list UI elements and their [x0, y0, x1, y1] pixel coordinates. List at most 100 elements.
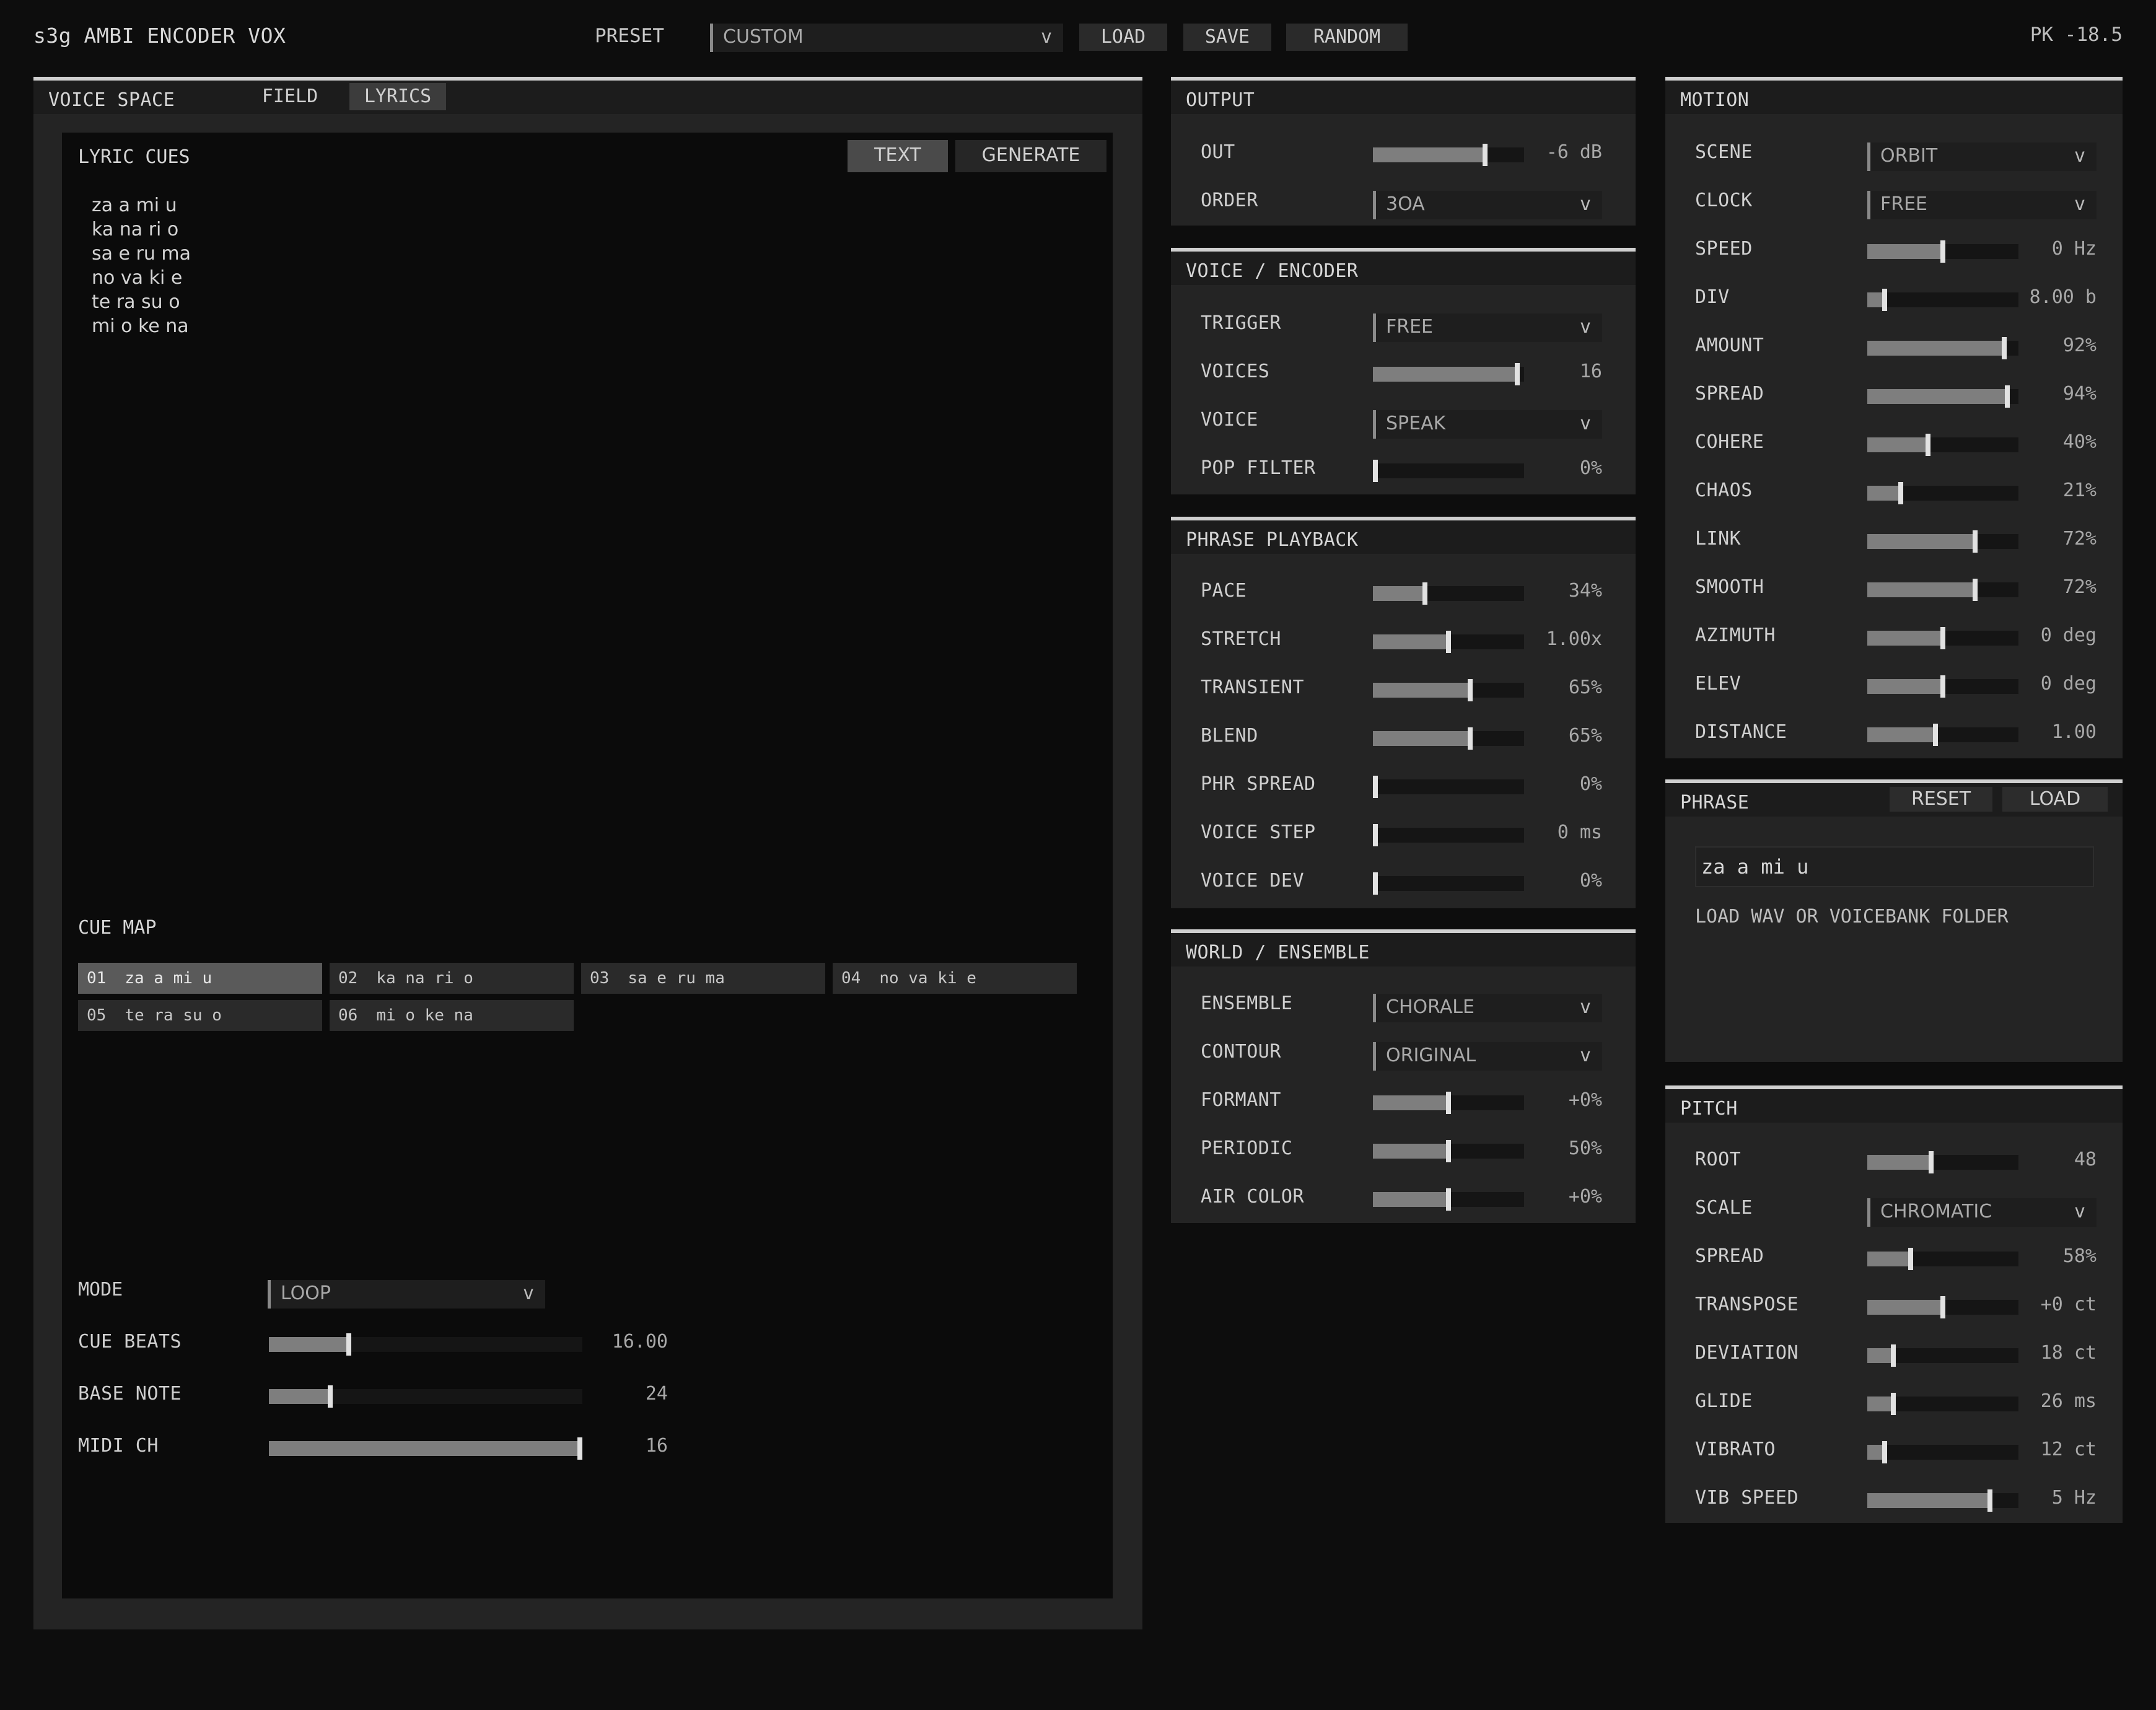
- cue-map-label: CUE MAP: [78, 917, 157, 939]
- slider-handle[interactable]: [1446, 1188, 1451, 1211]
- lyric-line[interactable]: sa e ru ma: [92, 243, 191, 265]
- slider-handle[interactable]: [1929, 1151, 1934, 1173]
- contour-dropdown[interactable]: ORIGINAL v: [1373, 1042, 1602, 1071]
- trigger-dropdown[interactable]: FREE v: [1373, 314, 1602, 342]
- lyric-line[interactable]: ka na ri o: [92, 219, 178, 240]
- slider-handle[interactable]: [1483, 144, 1488, 166]
- slider-handle[interactable]: [1940, 627, 1945, 649]
- voice-label: VOICE: [1201, 409, 1258, 431]
- ensemble-dropdown[interactable]: CHORALE v: [1373, 994, 1602, 1022]
- periodic-label: PERIODIC: [1201, 1138, 1293, 1159]
- cue-text: no va ki e: [879, 969, 976, 988]
- glide-label: GLIDE: [1695, 1390, 1753, 1412]
- cue-number: 06: [338, 1006, 358, 1025]
- motion-header: MOTION: [1665, 77, 2123, 114]
- slider-handle[interactable]: [1446, 1140, 1451, 1162]
- cue-beats-slider[interactable]: [269, 1333, 582, 1356]
- slider-handle[interactable]: [1973, 579, 1978, 601]
- generate-button[interactable]: GENERATE: [955, 140, 1106, 172]
- preset-save-button[interactable]: SAVE: [1183, 24, 1271, 51]
- cue-chip-03[interactable]: 03 sa e ru ma: [581, 963, 825, 994]
- cue-chip-02[interactable]: 02 ka na ri o: [330, 963, 574, 994]
- phrase-load-button[interactable]: LOAD: [2002, 787, 2108, 812]
- preset-random-button[interactable]: RANDOM: [1286, 24, 1408, 51]
- lyric-line[interactable]: za a mi u: [92, 195, 177, 216]
- transpose-label: TRANSPOSE: [1695, 1294, 1799, 1315]
- cue-chip-01[interactable]: 01 za a mi u: [78, 963, 322, 994]
- preset-dropdown[interactable]: CUSTOM v: [710, 24, 1063, 52]
- amount-value: 92%: [2062, 335, 2097, 356]
- chevron-down-icon: v: [1579, 316, 1591, 338]
- link-label: LINK: [1695, 528, 1742, 550]
- scale-value: CHROMATIC: [1880, 1201, 1992, 1222]
- chevron-down-icon: v: [2074, 145, 2085, 167]
- slider-fill: [1867, 437, 1928, 452]
- cue-beats-label: CUE BEATS: [78, 1331, 182, 1353]
- slider-handle[interactable]: [1446, 1092, 1451, 1114]
- chaos-label: CHAOS: [1695, 480, 1753, 501]
- scale-dropdown[interactable]: CHROMATIC v: [1867, 1198, 2097, 1227]
- slider-handle[interactable]: [1373, 872, 1378, 895]
- slider-handle[interactable]: [1373, 776, 1378, 798]
- slider-fill: [1867, 1155, 1931, 1170]
- slider-handle[interactable]: [1940, 240, 1945, 263]
- midi-ch-slider[interactable]: [269, 1437, 582, 1460]
- slider-handle[interactable]: [346, 1333, 351, 1356]
- elev-value: 0 deg: [2040, 673, 2097, 695]
- slider-handle[interactable]: [1933, 724, 1938, 746]
- slider-handle[interactable]: [1973, 530, 1978, 553]
- preset-load-button[interactable]: LOAD: [1079, 24, 1167, 51]
- voice-encoder-title: VOICE / ENCODER: [1186, 260, 1359, 282]
- azimuth-value: 0 deg: [2040, 625, 2097, 646]
- order-dropdown[interactable]: 3OA v: [1373, 191, 1602, 219]
- smooth-label: SMOOTH: [1695, 576, 1764, 598]
- cue-chip-05[interactable]: 05 te ra su o: [78, 1000, 322, 1031]
- vibrato-label: VIBRATO: [1695, 1439, 1776, 1460]
- lyric-line[interactable]: no va ki e: [92, 267, 182, 289]
- lyrics-area: [62, 133, 1113, 1598]
- phrase-reset-button[interactable]: RESET: [1890, 787, 1992, 812]
- mode-dropdown[interactable]: LOOP v: [268, 1280, 545, 1309]
- voice-space-title: VOICE SPACE: [48, 89, 175, 111]
- pitch-title: PITCH: [1680, 1098, 1738, 1120]
- slider-handle[interactable]: [1373, 460, 1378, 482]
- slider-handle[interactable]: [1926, 434, 1930, 456]
- clock-dropdown[interactable]: FREE v: [1867, 191, 2097, 219]
- slider-handle[interactable]: [1468, 727, 1473, 750]
- slider-handle[interactable]: [1373, 824, 1378, 846]
- world-ensemble-panel: WORLD / ENSEMBLE: [1171, 929, 1636, 1223]
- slider-handle[interactable]: [1940, 1296, 1945, 1318]
- vib-speed-label: VIB SPEED: [1695, 1487, 1799, 1509]
- lyric-line[interactable]: te ra su o: [92, 291, 180, 313]
- slider-handle[interactable]: [1446, 631, 1451, 653]
- cue-number: 01: [87, 969, 107, 988]
- slider-handle[interactable]: [328, 1385, 333, 1408]
- scene-dropdown[interactable]: ORBIT v: [1867, 142, 2097, 171]
- slider-handle[interactable]: [1882, 289, 1887, 311]
- phrase-text-field[interactable]: za a mi u: [1695, 846, 2094, 887]
- slider-handle[interactable]: [1422, 582, 1427, 605]
- cue-chip-06[interactable]: 06 mi o ke na: [330, 1000, 574, 1031]
- tab-field[interactable]: FIELD: [248, 83, 332, 110]
- transient-label: TRANSIENT: [1201, 677, 1305, 698]
- slider-handle[interactable]: [1908, 1248, 1913, 1270]
- slider-handle[interactable]: [1891, 1344, 1896, 1367]
- text-button[interactable]: TEXT: [848, 140, 948, 172]
- slider-handle[interactable]: [1891, 1393, 1896, 1415]
- cue-chip-04[interactable]: 04 no va ki e: [833, 963, 1077, 994]
- slider-handle[interactable]: [1940, 675, 1945, 698]
- mode-label: MODE: [78, 1279, 123, 1300]
- voice-dropdown[interactable]: SPEAK v: [1373, 410, 1602, 439]
- speed-value: 0 Hz: [2051, 238, 2097, 260]
- slider-handle[interactable]: [1468, 679, 1473, 701]
- base-note-slider[interactable]: [269, 1385, 582, 1408]
- chevron-down-icon: v: [2074, 193, 2085, 215]
- cue-text: te ra su o: [125, 1006, 222, 1025]
- slider-handle[interactable]: [1882, 1441, 1887, 1463]
- slider-fill: [1867, 1396, 1893, 1411]
- tab-lyrics[interactable]: LYRICS: [349, 83, 446, 110]
- lyric-line[interactable]: mi o ke na: [92, 315, 189, 337]
- slider-handle[interactable]: [1898, 482, 1903, 504]
- div-value: 8.00 b: [2029, 286, 2097, 308]
- slider-fill: [1867, 1493, 1990, 1508]
